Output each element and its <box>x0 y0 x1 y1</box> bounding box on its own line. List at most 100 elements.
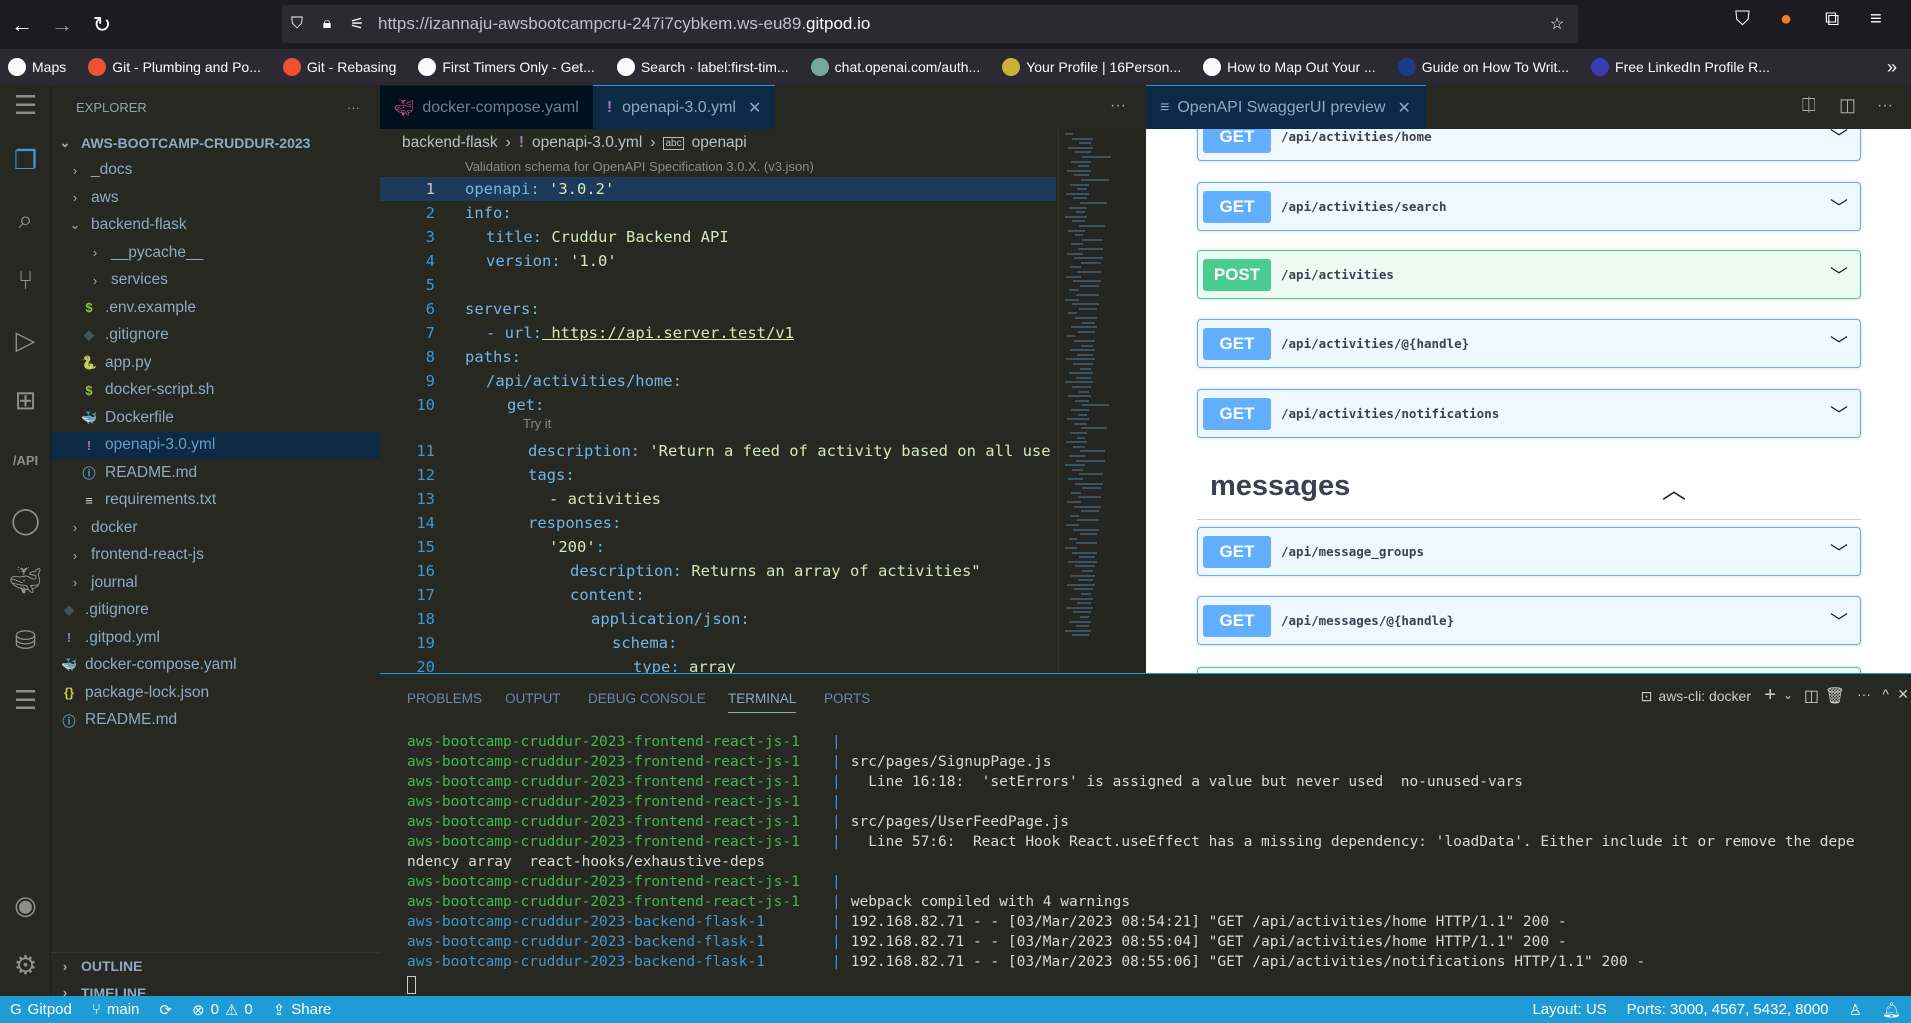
bookmark-item[interactable]: How to Map Out Your ... <box>1203 58 1376 76</box>
tree-file[interactable]: 🐍 app.py <box>51 349 380 377</box>
code-line[interactable]: 6 servers: <box>380 297 1056 321</box>
bookmark-item[interactable]: First Timers Only - Get... <box>418 58 595 76</box>
bookmark-item[interactable]: Search · label:first-tim... <box>616 58 789 76</box>
bookmark-item[interactable]: Maps <box>8 58 66 76</box>
tree-file[interactable]: ! openapi-3.0.yml <box>51 431 380 459</box>
chevron-down-icon[interactable]: ﹀ <box>1830 331 1848 357</box>
close-panel-icon[interactable]: ✕ <box>1897 686 1909 703</box>
split-terminal-icon[interactable]: ◫ <box>1804 686 1819 706</box>
bookmark-item[interactable]: Your Profile | 16Person... <box>1002 58 1181 76</box>
menu-icon[interactable]: ≡ <box>1870 8 1882 31</box>
more-actions-icon[interactable]: ··· <box>1857 686 1871 702</box>
database-icon[interactable]: ⛁ <box>0 620 51 660</box>
bookmark-item[interactable]: Free LinkedIn Profile R... <box>1591 58 1770 76</box>
sync-icon[interactable]: ⟳ <box>159 1001 172 1019</box>
gear-icon[interactable]: ⚙ <box>0 945 51 985</box>
bookmark-item[interactable]: Git - Rebasing <box>282 58 396 76</box>
code-line[interactable]: 9/api/activities/home: <box>380 369 1056 393</box>
tree-file[interactable]: ◆ .gitignore <box>51 597 380 625</box>
forward-icon[interactable]: → <box>44 7 80 43</box>
lock-icon[interactable]: 🔒︎ <box>312 15 342 33</box>
code-line[interactable]: 3 title: Cruddur Backend API <box>380 225 1056 249</box>
maximize-panel-icon[interactable]: ^ <box>1882 686 1889 702</box>
code-line[interactable]: 5 <box>380 273 1056 297</box>
code-line[interactable]: 12 tags: <box>380 463 1056 487</box>
ports-status[interactable]: Ports: 3000, 4567, 5432, 8000 <box>1627 1001 1829 1018</box>
more-actions-icon[interactable]: ··· <box>347 100 360 115</box>
codelens-try-it[interactable]: Try it <box>523 416 551 431</box>
tree-file[interactable]: ≡ requirements.txt <box>51 487 380 515</box>
tree-file[interactable]: 🐳 docker-compose.yaml <box>51 652 380 680</box>
tree-folder[interactable]: › __pycache__ <box>51 239 380 267</box>
extensions-icon[interactable]: ⊞ <box>0 380 51 420</box>
trash-icon[interactable]: 🗑︎ <box>1825 686 1845 706</box>
operation-get[interactable]: GET/api/messages/@{handle} ﹀ <box>1197 596 1861 645</box>
bookmark-item[interactable]: Guide on How To Writ... <box>1397 58 1569 76</box>
code-line[interactable]: 10 get: <box>380 393 1056 417</box>
chevron-down-icon[interactable]: ﹀ <box>1830 608 1848 634</box>
section-heading-messages[interactable]: messages <box>1210 470 1350 503</box>
breadcrumb-item[interactable]: backend-flask <box>402 134 498 152</box>
tab-openapi[interactable]: ! openapi-3.0.yml ✕ <box>592 85 776 129</box>
bookmark-item[interactable]: Git - Plumbing and Po... <box>88 58 261 76</box>
accounts-icon[interactable]: ♙ <box>1849 1001 1862 1019</box>
operation-get[interactable]: GET/api/activities/@{handle} ﹀ <box>1197 319 1861 368</box>
minimap[interactable] <box>1058 129 1146 673</box>
url-text[interactable]: https://izannaju-awsbootcampcru-247i7cyb… <box>378 14 870 34</box>
tree-folder[interactable]: › _docs <box>51 157 380 185</box>
source-control-icon[interactable]: ⑂ <box>0 260 51 300</box>
more-bookmarks-icon[interactable]: » <box>1887 57 1897 78</box>
breadcrumb-item[interactable]: openapi-3.0.yml <box>532 134 642 152</box>
chevron-down-icon[interactable]: ﹀ <box>1830 262 1848 288</box>
tree-folder[interactable]: › journal <box>51 569 380 597</box>
tree-file[interactable]: $ docker-script.sh <box>51 377 380 405</box>
run-debug-icon[interactable]: ▷ <box>0 320 51 360</box>
tree-file[interactable]: ! .gitpod.yml <box>51 624 380 652</box>
outline-section[interactable]: › OUTLINE <box>51 952 380 980</box>
code-line[interactable]: 15 '200': <box>380 535 1056 559</box>
close-icon[interactable]: ✕ <box>748 98 761 118</box>
chevron-down-icon[interactable]: ﹀ <box>1830 401 1848 427</box>
chevron-up-icon[interactable]: ︿ <box>1662 470 1686 505</box>
codelens-schema[interactable]: Validation schema for OpenAPI Specificat… <box>465 159 814 174</box>
panel-tab-terminal[interactable]: TERMINAL <box>728 691 797 713</box>
tree-folder[interactable]: › frontend-react-js <box>51 542 380 570</box>
terminal-selector[interactable]: ⊡ aws-cli: docker <box>1641 688 1751 705</box>
close-icon[interactable]: ✕ <box>1397 98 1410 118</box>
api-icon[interactable]: /API <box>0 440 51 480</box>
pocket-icon[interactable]: ⛉ <box>1735 8 1750 31</box>
docker-icon[interactable]: 🐳︎ <box>0 560 51 600</box>
split-editor-icon[interactable]: ◫ <box>1839 95 1856 116</box>
code-line[interactable]: 13 - activities <box>380 487 1056 511</box>
tree-file[interactable]: ⓘ README.md <box>51 459 380 487</box>
keyboard-layout[interactable]: Layout: US <box>1532 1001 1606 1018</box>
account-icon[interactable]: ◉ <box>0 885 51 925</box>
shield-icon[interactable]: ⛉ <box>282 15 312 33</box>
chevron-down-icon[interactable]: ⌄ <box>1783 688 1793 702</box>
workspace-root[interactable]: ⌄ AWS-BOOTCAMP-CRUDDUR-2023 <box>51 129 380 157</box>
code-line[interactable]: 16 description: Returns an array of activ… <box>380 559 1056 583</box>
code-line[interactable]: 8 paths: <box>380 345 1056 369</box>
tree-folder[interactable]: ⌄ backend-flask <box>51 212 380 240</box>
operation-get[interactable]: GET/api/message_groups ﹀ <box>1197 527 1861 576</box>
panel-tab-ports[interactable]: PORTS <box>824 691 870 706</box>
code-editor[interactable]: backend-flask › ! openapi-3.0.yml › abc open… <box>380 129 1146 676</box>
code-line[interactable]: 1 openapi: '3.0.2' <box>380 177 1056 201</box>
bookmark-item[interactable]: chat.openai.com/auth... <box>810 58 980 76</box>
url-bar[interactable]: ⛉ 🔒︎ ⚟ https://izannaju-awsbootcampcru-2… <box>282 5 1578 43</box>
tab-swagger-preview[interactable]: ≡ OpenAPI SwaggerUI preview ✕ <box>1146 85 1426 129</box>
problems-status[interactable]: ⊗ 0 ⚠ 0 <box>192 1001 253 1019</box>
panel-tab-output[interactable]: OUTPUT <box>505 691 561 706</box>
panel-tab-problems[interactable]: PROBLEMS <box>407 691 482 706</box>
extensions-icon[interactable]: ⧉ <box>1825 8 1839 31</box>
tree-folder[interactable]: › docker <box>51 514 380 542</box>
code-line[interactable]: 18 application/json: <box>380 607 1056 631</box>
code-line[interactable]: 19 schema: <box>380 631 1056 655</box>
reload-icon[interactable]: ↻ <box>84 7 120 43</box>
gitpod-status[interactable]: G Gitpod <box>10 1001 72 1018</box>
tab-docker-compose[interactable]: 🐳︎ docker-compose.yaml <box>380 85 593 129</box>
tree-file[interactable]: 🐳 Dockerfile <box>51 404 380 432</box>
share-button[interactable]: ⇪ Share <box>273 1001 332 1019</box>
bookmark-star-icon[interactable]: ☆ <box>1542 14 1572 34</box>
back-icon[interactable]: ← <box>4 7 40 43</box>
